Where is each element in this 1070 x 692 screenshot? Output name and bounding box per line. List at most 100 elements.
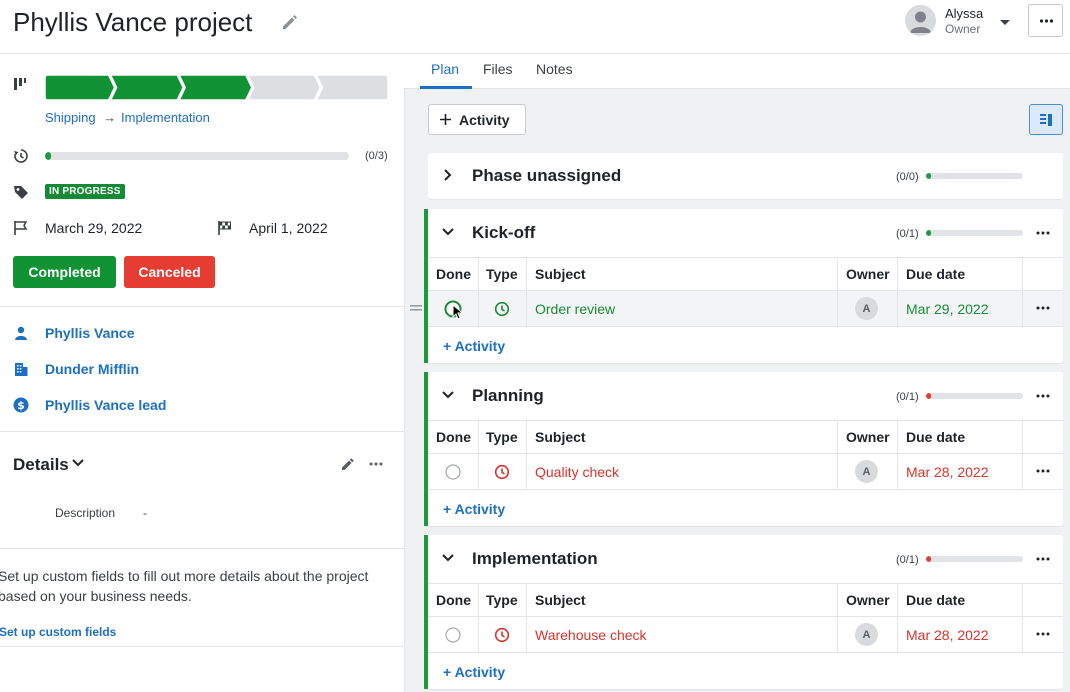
row-more-icon[interactable] xyxy=(1035,300,1051,316)
activity-due-date[interactable]: Mar 28, 2022 xyxy=(906,464,989,480)
pipeline-stage[interactable] xyxy=(45,75,116,100)
column-subject: Subject xyxy=(535,266,586,282)
phase-title[interactable]: Kick-off xyxy=(472,223,535,243)
row-divider xyxy=(428,453,1063,454)
canceled-button[interactable]: Canceled xyxy=(124,256,215,288)
plus-icon: + xyxy=(443,338,452,354)
phase-progress-bar xyxy=(926,230,1023,236)
details-edit-pencil-icon[interactable] xyxy=(340,456,356,472)
pipeline-stage[interactable] xyxy=(178,75,253,100)
phase-add-activity-link[interactable]: + Activity xyxy=(443,338,505,354)
chevron-down-icon[interactable] xyxy=(441,552,455,564)
pipeline-stage[interactable] xyxy=(246,75,322,100)
row-divider xyxy=(428,326,1063,327)
owner-avatar[interactable]: A xyxy=(855,623,878,646)
tab-notes[interactable]: Notes xyxy=(536,61,573,77)
linked-organization-link[interactable]: Dunder Mifflin xyxy=(45,361,139,377)
divider xyxy=(0,431,404,432)
view-toggle-button[interactable] xyxy=(1029,104,1063,135)
row-divider xyxy=(428,420,1063,421)
header-more-button[interactable] xyxy=(1028,4,1063,37)
tab-files[interactable]: Files xyxy=(483,61,513,77)
linked-lead-link[interactable]: Phyllis Vance lead xyxy=(45,397,166,413)
activity-subject[interactable]: Order review xyxy=(535,301,615,317)
details-section-title[interactable]: Details xyxy=(13,455,69,475)
user-avatar[interactable] xyxy=(905,5,936,36)
edit-title-pencil-icon[interactable] xyxy=(280,12,300,32)
linked-person-link[interactable]: Phyllis Vance xyxy=(45,325,135,341)
start-date[interactable]: March 29, 2022 xyxy=(45,220,142,236)
mouse-cursor-icon xyxy=(452,304,464,320)
col-divider xyxy=(478,421,479,489)
phase-accent-bar xyxy=(424,372,428,526)
phase-progress-bar xyxy=(926,173,1023,179)
col-divider xyxy=(478,258,479,326)
pipeline-stages[interactable] xyxy=(45,75,388,100)
owner-avatar[interactable]: A xyxy=(855,297,878,320)
pipeline-stage[interactable] xyxy=(315,75,388,100)
col-divider xyxy=(478,584,479,652)
phase-more-icon[interactable] xyxy=(1035,388,1051,404)
divider xyxy=(0,646,404,647)
history-icon xyxy=(13,148,29,164)
activity-due-date[interactable]: Mar 29, 2022 xyxy=(906,301,989,317)
add-activity-button[interactable]: Activity xyxy=(428,104,526,135)
chevron-down-icon[interactable] xyxy=(441,226,455,238)
col-divider xyxy=(897,584,898,652)
phase-count: (0/1) xyxy=(896,554,919,566)
details-chevron-down-icon[interactable] xyxy=(71,458,85,468)
breadcrumb-from[interactable]: Shipping xyxy=(45,110,96,125)
chevron-right-icon[interactable] xyxy=(442,168,454,182)
completed-button[interactable]: Completed xyxy=(13,256,116,288)
activity-due-date[interactable]: Mar 28, 2022 xyxy=(906,627,989,643)
user-menu-caret-icon[interactable] xyxy=(999,19,1011,27)
clock-icon xyxy=(494,627,510,643)
column-subject: Subject xyxy=(535,592,586,608)
add-activity-label: Activity xyxy=(459,111,510,128)
owner-avatar[interactable]: A xyxy=(855,460,878,483)
clock-icon xyxy=(494,464,510,480)
row-more-icon[interactable] xyxy=(1035,463,1051,479)
col-divider xyxy=(1022,258,1023,326)
description-value[interactable]: - xyxy=(143,506,147,520)
column-done: Done xyxy=(436,592,471,608)
column-due-date: Due date xyxy=(906,429,966,445)
activity-subject[interactable]: Quality check xyxy=(535,464,619,480)
user-role: Owner xyxy=(945,22,981,36)
col-divider xyxy=(837,258,838,326)
phase-more-icon[interactable] xyxy=(1035,551,1051,567)
pipeline-icon xyxy=(13,77,27,91)
done-checkbox[interactable] xyxy=(444,626,462,644)
project-progress-bar xyxy=(45,152,349,160)
phase-count: (0/0) xyxy=(896,171,919,183)
details-more-icon[interactable] xyxy=(368,456,384,472)
phase-progress-bar xyxy=(926,393,1023,399)
chevron-down-icon[interactable] xyxy=(441,389,455,401)
plus-icon xyxy=(440,114,451,125)
row-divider xyxy=(428,583,1063,584)
column-subject: Subject xyxy=(535,429,586,445)
breadcrumb-to[interactable]: Implementation xyxy=(121,110,210,125)
tab-plan[interactable]: Plan xyxy=(431,61,459,77)
dollar-circle-icon: $ xyxy=(13,397,29,413)
col-divider xyxy=(526,421,527,489)
phase-title[interactable]: Planning xyxy=(472,386,544,406)
phase-more-icon[interactable] xyxy=(1035,225,1051,241)
phase-title[interactable]: Implementation xyxy=(472,549,598,569)
custom-fields-hint: Set up custom fields to fill out more de… xyxy=(0,568,369,604)
row-divider xyxy=(428,652,1063,653)
phase-title[interactable]: Phase unassigned xyxy=(472,166,621,186)
phase-add-activity-link[interactable]: + Activity xyxy=(443,501,505,517)
end-date[interactable]: April 1, 2022 xyxy=(249,220,328,236)
pipeline-stage[interactable] xyxy=(109,75,185,100)
done-checkbox[interactable] xyxy=(444,463,462,481)
drag-handle-icon[interactable] xyxy=(410,304,422,312)
user-name[interactable]: Alyssa xyxy=(945,6,983,21)
finish-flag-icon xyxy=(217,220,233,236)
row-more-icon[interactable] xyxy=(1035,626,1051,642)
setup-custom-fields-link[interactable]: Set up custom fields xyxy=(0,625,116,639)
phase-add-activity-link[interactable]: + Activity xyxy=(443,664,505,680)
col-divider xyxy=(897,421,898,489)
activity-subject[interactable]: Warehouse check xyxy=(535,627,647,643)
clock-icon xyxy=(494,301,510,317)
